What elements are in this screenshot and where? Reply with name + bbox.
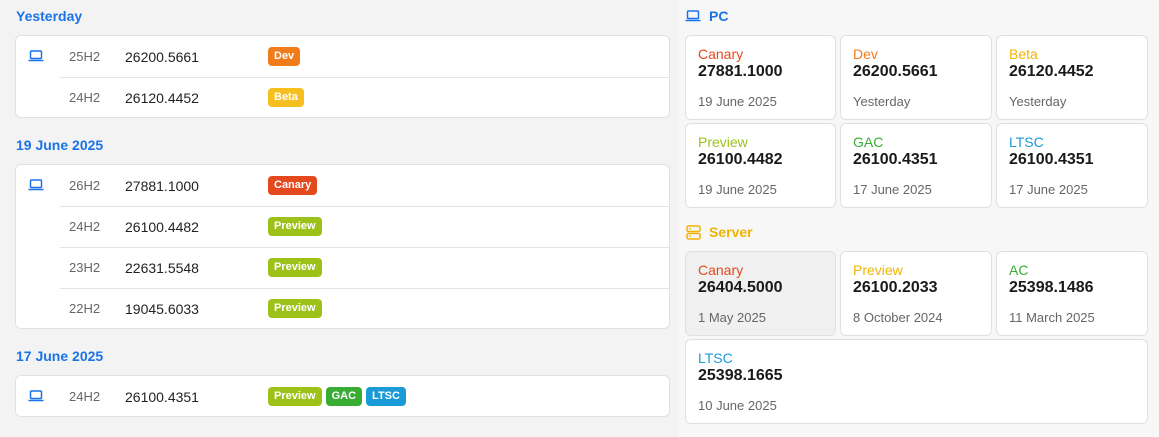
channel-badge: Canary xyxy=(268,176,318,195)
channel-card-gac[interactable]: GAC 26100.4351 17 June 2025 xyxy=(840,123,992,208)
version-label: 25H2 xyxy=(69,49,101,64)
version-label: 22H2 xyxy=(69,301,101,316)
channel-badge: Preview xyxy=(268,217,322,236)
build-number: 22631.5548 xyxy=(125,259,199,276)
version-label: 24H2 xyxy=(69,389,101,404)
build-number: 26200.5661 xyxy=(125,48,199,65)
release-history: Yesterday 25H2 26200.5661 Dev 24H2 26120… xyxy=(0,0,678,437)
build-number: 19045.6033 xyxy=(125,300,199,317)
channel-name: Preview xyxy=(698,134,748,150)
channel-summary: PC Canary 27881.1000 19 June 2025 Dev 26… xyxy=(678,0,1159,437)
divider xyxy=(60,77,669,78)
channel-build: 26120.4452 xyxy=(1009,63,1094,80)
channel-name: AC xyxy=(1009,262,1029,278)
channel-date: 17 June 2025 xyxy=(853,182,932,197)
laptop-icon xyxy=(28,390,44,402)
version-label: 24H2 xyxy=(69,90,101,105)
divider xyxy=(60,206,669,207)
build-number: 26120.4452 xyxy=(125,89,199,106)
release-group: 25H2 26200.5661 Dev 24H2 26120.4452 Beta xyxy=(15,35,670,118)
server-title: Server xyxy=(709,224,753,240)
channel-build: 26100.4351 xyxy=(853,151,938,168)
channel-name: LTSC xyxy=(698,350,733,366)
channel-name: Beta xyxy=(1009,46,1038,62)
release-group: 26H2 27881.1000 Canary 24H2 26100.4482 P… xyxy=(15,164,670,329)
divider xyxy=(60,288,669,289)
channel-date: 8 October 2024 xyxy=(853,310,943,325)
date-heading: Yesterday xyxy=(16,8,83,24)
laptop-icon xyxy=(28,179,44,191)
channel-date: Yesterday xyxy=(853,94,911,109)
server-card-canary[interactable]: Canary 26404.5000 1 May 2025 xyxy=(685,251,836,336)
release-row[interactable]: 26H2 27881.1000 Canary xyxy=(16,165,669,206)
channel-badge: Preview xyxy=(268,258,322,277)
pc-section-heading: PC xyxy=(685,8,728,24)
channel-card-ltsc[interactable]: LTSC 26100.4351 17 June 2025 xyxy=(996,123,1148,208)
channel-build: 26100.4482 xyxy=(698,151,783,168)
divider xyxy=(60,247,669,248)
channel-date: 19 June 2025 xyxy=(698,94,777,109)
channel-date: 10 June 2025 xyxy=(698,398,777,413)
channel-date: 17 June 2025 xyxy=(1009,182,1088,197)
channel-name: LTSC xyxy=(1009,134,1044,150)
pc-title: PC xyxy=(709,8,729,24)
channel-card-preview[interactable]: Preview 26100.4482 19 June 2025 xyxy=(685,123,836,208)
channel-name: Preview xyxy=(853,262,903,278)
channel-build: 26100.2033 xyxy=(853,279,938,296)
server-section-heading: Server xyxy=(686,224,753,240)
version-label: 23H2 xyxy=(69,260,101,275)
channel-name: Canary xyxy=(698,46,744,62)
release-group: 24H2 26100.4351 Preview GAC LTSC xyxy=(15,375,670,417)
build-number: 26100.4482 xyxy=(125,218,199,235)
channel-card-dev[interactable]: Dev 26200.5661 Yesterday xyxy=(840,35,992,120)
server-card-preview[interactable]: Preview 26100.2033 8 October 2024 xyxy=(840,251,992,336)
channel-date: 11 March 2025 xyxy=(1009,310,1095,325)
channel-date: Yesterday xyxy=(1009,94,1067,109)
version-label: 24H2 xyxy=(69,219,101,234)
release-row[interactable]: 22H2 19045.6033 Preview xyxy=(16,288,669,329)
channel-build: 25398.1486 xyxy=(1009,279,1094,296)
channel-build: 26200.5661 xyxy=(853,63,938,80)
channel-name: Dev xyxy=(853,46,878,62)
channel-name: Canary xyxy=(698,262,744,278)
channel-badge: LTSC xyxy=(366,387,406,406)
release-row[interactable]: 24H2 26120.4452 Beta xyxy=(16,77,669,118)
build-number: 27881.1000 xyxy=(125,177,199,194)
date-heading: 19 June 2025 xyxy=(16,137,104,153)
channel-build: 26100.4351 xyxy=(1009,151,1094,168)
version-label: 26H2 xyxy=(69,178,101,193)
channel-date: 1 May 2025 xyxy=(698,310,766,325)
release-row[interactable]: 24H2 26100.4351 Preview GAC LTSC xyxy=(16,376,669,417)
channel-name: GAC xyxy=(853,134,884,150)
build-number: 26100.4351 xyxy=(125,388,199,405)
channel-badge: Dev xyxy=(268,47,301,66)
date-heading: 17 June 2025 xyxy=(16,348,104,364)
channel-card-beta[interactable]: Beta 26120.4452 Yesterday xyxy=(996,35,1148,120)
laptop-icon xyxy=(28,50,44,62)
channel-build: 25398.1665 xyxy=(698,367,783,384)
release-row[interactable]: 23H2 22631.5548 Preview xyxy=(16,247,669,288)
server-icon xyxy=(686,224,701,240)
channel-build: 27881.1000 xyxy=(698,63,783,80)
channel-card-canary[interactable]: Canary 27881.1000 19 June 2025 xyxy=(685,35,836,120)
server-card-ltsc[interactable]: LTSC 25398.1665 10 June 2025 xyxy=(685,339,1148,424)
channel-badge: Beta xyxy=(268,88,304,107)
laptop-icon xyxy=(685,10,701,22)
channel-build: 26404.5000 xyxy=(698,279,783,296)
channel-badge: Preview xyxy=(268,299,322,318)
server-card-ac[interactable]: AC 25398.1486 11 March 2025 xyxy=(996,251,1148,336)
release-row[interactable]: 24H2 26100.4482 Preview xyxy=(16,206,669,247)
channel-date: 19 June 2025 xyxy=(698,182,777,197)
channel-badge: GAC xyxy=(325,387,363,406)
channel-badge: Preview xyxy=(268,387,322,406)
release-row[interactable]: 25H2 26200.5661 Dev xyxy=(16,36,669,77)
